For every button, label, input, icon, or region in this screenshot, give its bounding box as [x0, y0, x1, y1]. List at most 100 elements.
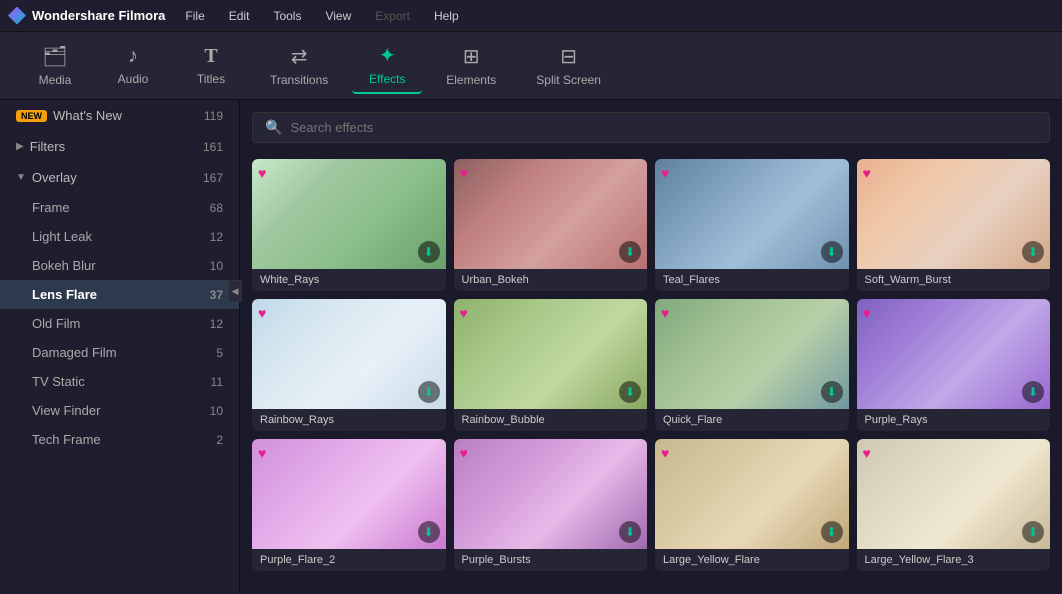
- sidebar-sub-light-leak[interactable]: Light Leak 12: [0, 222, 239, 251]
- heart-icon-rainbow-bubble: ♥: [460, 305, 468, 321]
- sidebar-collapse-button[interactable]: ◀: [228, 280, 240, 302]
- sidebar-overlay-count: 167: [203, 171, 223, 185]
- toolbar-elements-label: Elements: [446, 73, 496, 87]
- download-icon-large-yellow[interactable]: ⬇: [821, 521, 843, 543]
- heart-icon-purple-rays: ♥: [863, 305, 871, 321]
- audio-icon: ♪: [128, 45, 138, 68]
- sidebar-sub-bokeh-blur[interactable]: Bokeh Blur 10: [0, 251, 239, 280]
- toolbar-media[interactable]: 🗂 Media: [20, 38, 90, 93]
- sidebar-old-film-label: Old Film: [32, 316, 210, 331]
- toolbar-titles[interactable]: T Titles: [176, 39, 246, 92]
- sidebar-frame-label: Frame: [32, 200, 210, 215]
- heart-icon-purple-flare2: ♥: [258, 445, 266, 461]
- download-icon-rainbow-rays[interactable]: ⬇: [418, 381, 440, 403]
- toolbar-split-screen-label: Split Screen: [536, 73, 601, 87]
- effect-name-rainbow-bubble: Rainbow_Bubble: [454, 409, 648, 431]
- effect-name-quick-flare: Quick_Flare: [655, 409, 849, 431]
- effect-card-quick-flare[interactable]: ♥ ⬇ Quick_Flare: [655, 299, 849, 431]
- effect-card-rainbow-rays[interactable]: ♥ ⬇ Rainbow_Rays: [252, 299, 446, 431]
- effect-thumbnail-rainbow-bubble: ♥ ⬇: [454, 299, 648, 409]
- sidebar-sub-tv-static[interactable]: TV Static 11: [0, 367, 239, 396]
- effect-name-teal-flares: Teal_Flares: [655, 269, 849, 291]
- sidebar-view-finder-count: 10: [210, 404, 223, 418]
- toolbar-effects-label: Effects: [369, 72, 405, 86]
- effect-card-purple-flare-2[interactable]: ♥ ⬇ Purple_Flare_2: [252, 439, 446, 571]
- sidebar-sub-frame[interactable]: Frame 68: [0, 193, 239, 222]
- main-content: NEW What's New 119 ▶ Filters 161 ▼ Overl…: [0, 100, 1062, 594]
- download-icon-rainbow-bubble[interactable]: ⬇: [619, 381, 641, 403]
- sidebar-sub-old-film[interactable]: Old Film 12: [0, 309, 239, 338]
- toolbar-audio[interactable]: ♪ Audio: [98, 39, 168, 92]
- toolbar-transitions[interactable]: ⇄ Transitions: [254, 38, 344, 93]
- sidebar-item-filters[interactable]: ▶ Filters 161: [0, 131, 239, 162]
- download-icon-purple-rays[interactable]: ⬇: [1022, 381, 1044, 403]
- overlay-arrow-icon: ▼: [16, 172, 26, 183]
- transitions-icon: ⇄: [291, 44, 308, 69]
- download-icon-urban-bokeh[interactable]: ⬇: [619, 241, 641, 263]
- download-icon-soft-warm[interactable]: ⬇: [1022, 241, 1044, 263]
- download-icon-purple-bursts[interactable]: ⬇: [619, 521, 641, 543]
- elements-icon: ⊞: [463, 44, 480, 69]
- download-icon-purple-flare2[interactable]: ⬇: [418, 521, 440, 543]
- split-screen-icon: ⊟: [560, 44, 577, 69]
- effect-card-white-rays[interactable]: ♥ ⬇ White_Rays: [252, 159, 446, 291]
- menu-view[interactable]: View: [321, 7, 355, 25]
- effect-thumbnail-purple-bursts: ♥ ⬇: [454, 439, 648, 549]
- effect-card-soft-warm-burst[interactable]: ♥ ⬇ Soft_Warm_Burst: [857, 159, 1051, 291]
- effect-card-purple-rays[interactable]: ♥ ⬇ Purple_Rays: [857, 299, 1051, 431]
- toolbar-elements[interactable]: ⊞ Elements: [430, 38, 512, 93]
- toolbar-effects[interactable]: ✦ Effects: [352, 37, 422, 94]
- sidebar-sub-damaged-film[interactable]: Damaged Film 5: [0, 338, 239, 367]
- sidebar-bokeh-blur-label: Bokeh Blur: [32, 258, 210, 273]
- sidebar-bokeh-blur-count: 10: [210, 259, 223, 273]
- download-icon-white-rays[interactable]: ⬇: [418, 241, 440, 263]
- sidebar-lens-flare-count: 37: [210, 288, 223, 302]
- effect-thumbnail-teal-flares: ♥ ⬇: [655, 159, 849, 269]
- sidebar-item-overlay[interactable]: ▼ Overlay 167: [0, 162, 239, 193]
- effect-card-purple-bursts[interactable]: ♥ ⬇ Purple_Bursts: [454, 439, 648, 571]
- sidebar: NEW What's New 119 ▶ Filters 161 ▼ Overl…: [0, 100, 240, 594]
- menu-help[interactable]: Help: [430, 7, 463, 25]
- toolbar-split-screen[interactable]: ⊟ Split Screen: [520, 38, 617, 93]
- effect-card-large-yellow-flare[interactable]: ♥ ⬇ Large_Yellow_Flare: [655, 439, 849, 571]
- effect-card-rainbow-bubble[interactable]: ♥ ⬇ Rainbow_Bubble: [454, 299, 648, 431]
- effect-name-large-yellow-flare: Large_Yellow_Flare: [655, 549, 849, 571]
- sidebar-light-leak-count: 12: [210, 230, 223, 244]
- effect-name-soft-warm-burst: Soft_Warm_Burst: [857, 269, 1051, 291]
- sidebar-sub-tech-frame[interactable]: Tech Frame 2: [0, 425, 239, 454]
- sidebar-damaged-film-count: 5: [216, 346, 223, 360]
- new-badge: NEW: [16, 110, 47, 122]
- download-icon-teal-flares[interactable]: ⬇: [821, 241, 843, 263]
- effect-card-urban-bokeh[interactable]: ♥ ⬇ Urban_Bokeh: [454, 159, 648, 291]
- heart-icon-teal-flares: ♥: [661, 165, 669, 181]
- search-input[interactable]: [290, 120, 1037, 135]
- sidebar-whats-new-count: 119: [204, 109, 223, 123]
- effect-card-large-yellow-flare-3[interactable]: ♥ ⬇ Large_Yellow_Flare_3: [857, 439, 1051, 571]
- effect-name-white-rays: White_Rays: [252, 269, 446, 291]
- sidebar-tech-frame-label: Tech Frame: [32, 432, 216, 447]
- sidebar-overlay-label: Overlay: [32, 170, 203, 185]
- app-name: Wondershare Filmora: [32, 8, 165, 23]
- effect-name-large-yellow-flare-3: Large_Yellow_Flare_3: [857, 549, 1051, 571]
- sidebar-item-whats-new[interactable]: NEW What's New 119: [0, 100, 239, 131]
- sidebar-filters-count: 161: [203, 140, 223, 154]
- download-icon-large-yellow3[interactable]: ⬇: [1022, 521, 1044, 543]
- sidebar-lens-flare-label: Lens Flare: [32, 287, 210, 302]
- sidebar-damaged-film-label: Damaged Film: [32, 345, 216, 360]
- menu-edit[interactable]: Edit: [225, 7, 254, 25]
- sidebar-sub-view-finder[interactable]: View Finder 10: [0, 396, 239, 425]
- menu-file[interactable]: File: [181, 7, 208, 25]
- effect-thumbnail-soft-warm: ♥ ⬇: [857, 159, 1051, 269]
- sidebar-whats-new-label: What's New: [53, 108, 204, 123]
- sidebar-view-finder-label: View Finder: [32, 403, 210, 418]
- effect-thumbnail-purple-flare2: ♥ ⬇: [252, 439, 446, 549]
- download-icon-quick-flare[interactable]: ⬇: [821, 381, 843, 403]
- heart-icon-urban-bokeh: ♥: [460, 165, 468, 181]
- sidebar-collapse-icon: ◀: [232, 286, 239, 297]
- effect-card-teal-flares[interactable]: ♥ ⬇ Teal_Flares: [655, 159, 849, 291]
- heart-icon-purple-bursts: ♥: [460, 445, 468, 461]
- menu-tools[interactable]: Tools: [269, 7, 305, 25]
- sidebar-sub-lens-flare[interactable]: Lens Flare 37: [0, 280, 239, 309]
- search-bar: 🔍: [252, 112, 1050, 143]
- sidebar-frame-count: 68: [210, 201, 223, 215]
